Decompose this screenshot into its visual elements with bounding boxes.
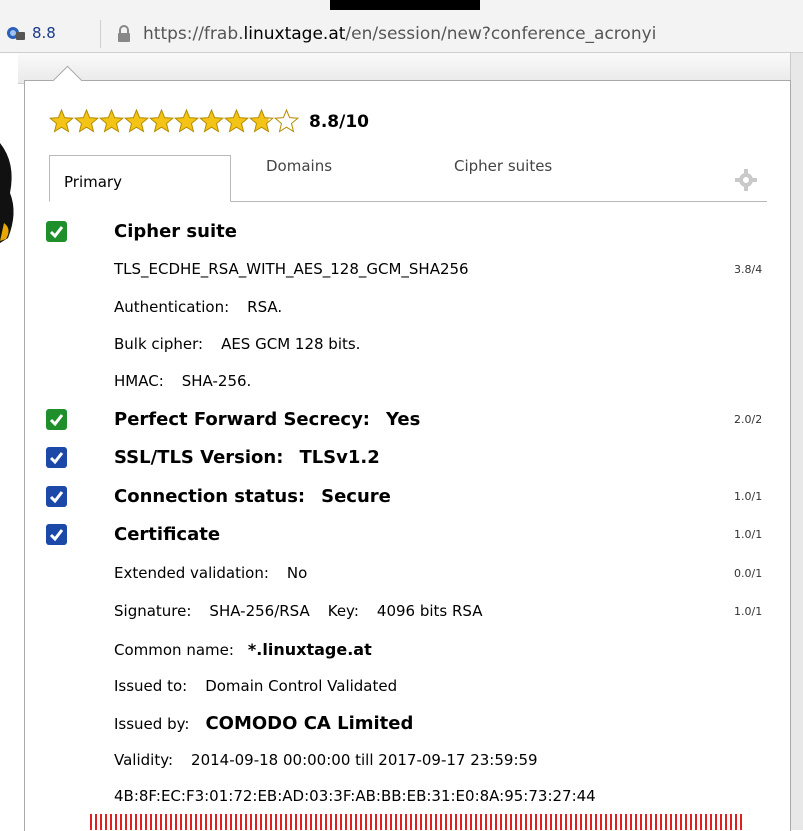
checkmark-icon (46, 220, 67, 242)
validity-value: 2014-09-18 00:00:00 till 2017-09-17 23:5… (191, 751, 538, 769)
key-value: 4096 bits RSA (376, 602, 483, 620)
common-name-row: Common name: *.linuxtage.at (24, 632, 789, 666)
extended-validation-text: Extended validation: No (114, 564, 307, 582)
tls-version-row: SSL/TLS Version: TLSv1.2 (24, 440, 789, 474)
popup-content: Cipher suite TLS_ECDHE_RSA_WITH_AES_128_… (24, 0, 789, 830)
cipher-suite-heading: Cipher suite (114, 220, 237, 242)
issued-by-value: COMODO CA Limited (205, 712, 414, 734)
pfs-text: Perfect Forward Secrecy: Yes (114, 409, 420, 430)
ev-label: Extended validation: (114, 564, 269, 582)
tls-version-value: TLSv1.2 (299, 446, 380, 468)
pfs-row: Perfect Forward Secrecy: Yes 2.0/2 (24, 402, 789, 436)
fingerprint: 4B:8F:EC:F3:01:72:EB:AD:03:3F:AB:BB:EB:3… (114, 787, 596, 805)
tux-logo-fragment-icon (0, 143, 14, 243)
connection-status-value: Secure (321, 485, 391, 507)
connection-status-row: Connection status: Secure 1.0/1 (24, 479, 789, 513)
connection-score: 1.0/1 (734, 489, 763, 503)
issued-by-label: Issued by: (114, 714, 190, 733)
ev-score: 0.0/1 (734, 566, 763, 580)
issued-to-value: Domain Control Validated (205, 677, 398, 695)
signature-label: Signature: (114, 602, 192, 620)
fingerprint-row: 4B:8F:EC:F3:01:72:EB:AD:03:3F:AB:BB:EB:3… (24, 779, 789, 813)
common-name-text: Common name: *.linuxtage.at (114, 640, 372, 659)
bulk-cipher-row: Bulk cipher: AES GCM 128 bits. (24, 327, 789, 361)
red-dashed-underline (90, 814, 742, 830)
bulk-cipher-text: Bulk cipher: AES GCM 128 bits. (114, 335, 360, 353)
authentication-text: Authentication: RSA. (114, 298, 282, 316)
connection-status-text: Connection status: Secure (114, 486, 391, 507)
ev-value: No (286, 564, 308, 582)
pfs-value: Yes (386, 408, 421, 430)
page-background-left (0, 53, 18, 830)
hmac-row: HMAC: SHA-256. (24, 364, 789, 398)
signature-text: Signature: SHA-256/RSA Key: 4096 bits RSA (114, 602, 483, 620)
extended-validation-row: Extended validation: No 0.0/1 (24, 556, 789, 590)
issued-by-row: Issued by: COMODO CA Limited (24, 706, 789, 740)
connection-status-label: Connection status: (114, 485, 306, 507)
cipher-suite-name: TLS_ECDHE_RSA_WITH_AES_128_GCM_SHA256 (114, 260, 469, 278)
checkmark-icon (46, 408, 67, 430)
authentication-value: RSA. (247, 298, 283, 316)
authentication-row: Authentication: RSA. (24, 290, 789, 324)
cipher-suite-row: Cipher suite (24, 214, 789, 248)
checkmark-icon (46, 446, 67, 468)
cipher-score: 3.8/4 (734, 262, 763, 276)
signature-row: Signature: SHA-256/RSA Key: 4096 bits RSA 1… (24, 594, 789, 628)
validity-row: Validity: 2014-09-18 00:00:00 till 2017-0… (24, 743, 789, 777)
certificate-score: 1.0/1 (734, 527, 763, 541)
issued-to-row: Issued to: Domain Control Validated (24, 669, 789, 703)
tls-version-label: SSL/TLS Version: (114, 446, 284, 468)
hmac-value: SHA-256. (181, 372, 252, 390)
bulk-cipher-value: AES GCM 128 bits. (221, 335, 361, 353)
common-name-label: Common name: (114, 640, 234, 659)
checkmark-icon (46, 523, 67, 545)
validity-label: Validity: (114, 751, 174, 769)
shield-icon (7, 27, 25, 40)
issued-by-text: Issued by: COMODO CA Limited (114, 713, 413, 734)
pfs-score: 2.0/2 (734, 412, 763, 426)
validity-text: Validity: 2014-09-18 00:00:00 till 2017-0… (114, 751, 538, 769)
checkmark-icon (46, 485, 67, 507)
tls-version-text: SSL/TLS Version: TLSv1.2 (114, 447, 380, 468)
cipher-name-row: TLS_ECDHE_RSA_WITH_AES_128_GCM_SHA256 3.… (24, 252, 789, 286)
issued-to-label: Issued to: (114, 677, 188, 695)
issued-to-text: Issued to: Domain Control Validated (114, 677, 397, 695)
hmac-label: HMAC: (114, 372, 164, 390)
pfs-label: Perfect Forward Secrecy: (114, 408, 370, 430)
signature-score: 1.0/1 (734, 604, 763, 618)
authentication-label: Authentication: (114, 298, 230, 316)
page-scrollbar[interactable] (790, 53, 803, 830)
signature-value: SHA-256/RSA (209, 602, 310, 620)
hmac-text: HMAC: SHA-256. (114, 372, 251, 390)
common-name-value: *.linuxtage.at (247, 639, 372, 659)
bulk-cipher-label: Bulk cipher: (114, 335, 204, 353)
key-label: Key: (327, 602, 359, 620)
certificate-heading: Certificate (114, 523, 221, 545)
certificate-row: Certificate 1.0/1 (24, 517, 789, 551)
